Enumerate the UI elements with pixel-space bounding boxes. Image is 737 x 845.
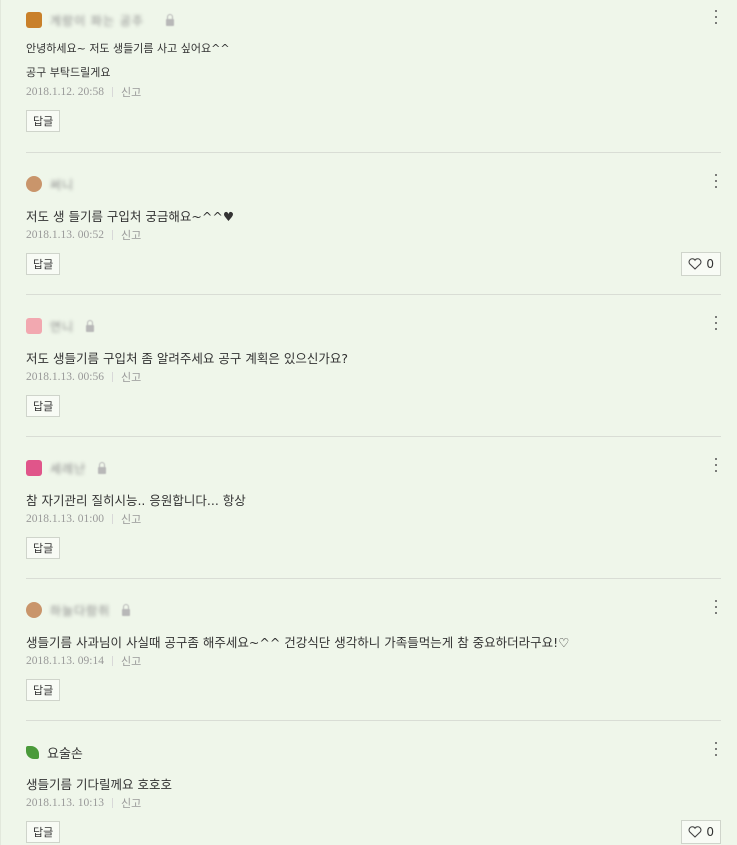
comment-text: 생들기름 사과님이 사실때 공구좀 해주세요~^^ 건강식단 생각하니 가족들먹… (26, 635, 570, 650)
divider (111, 798, 113, 808)
divider (111, 372, 113, 382)
comment-date: 2018.1.13. 01:00 (26, 513, 104, 525)
comment-item: 하늘다람쥐 생들기름 사과님이 사실때 공구좀 해주세요~^^ 건강식단 생각하… (26, 600, 721, 705)
comment-header: 연니 (26, 316, 95, 336)
heart-icon (688, 258, 702, 270)
reply-button[interactable]: 답글 (26, 253, 61, 275)
comment-date: 2018.1.13. 00:56 (26, 371, 104, 383)
comment-date: 2018.1.12. 20:58 (26, 86, 104, 98)
report-link[interactable]: 신고 (121, 227, 141, 243)
comment-meta: 2018.1.13. 00:52 신고 (26, 227, 141, 243)
more-options-icon[interactable] (711, 316, 721, 330)
comment-item: 게랑이 파는 공주 안녕하세요~ 저도 생들기름 사고 싶어요^^ 공구 부탁드… (26, 10, 721, 140)
divider (26, 294, 721, 295)
lock-icon (86, 319, 95, 332)
report-link[interactable]: 신고 (121, 653, 141, 669)
more-options-icon[interactable] (711, 458, 721, 472)
like-count: 0 (706, 257, 714, 271)
more-options-icon[interactable] (711, 600, 721, 614)
lock-icon (122, 603, 131, 616)
like-button[interactable]: 0 (681, 820, 721, 844)
comment-meta: 2018.1.13. 00:56 신고 (26, 369, 141, 385)
report-link[interactable]: 신고 (121, 84, 141, 100)
comment-date: 2018.1.13. 09:14 (26, 655, 104, 667)
report-link[interactable]: 신고 (121, 369, 141, 385)
avatar[interactable] (26, 12, 42, 28)
comment-header: 게랑이 파는 공주 (26, 10, 174, 30)
comment-date: 2018.1.13. 10:13 (26, 797, 104, 809)
lock-icon (98, 461, 107, 474)
comment-meta: 2018.1.12. 20:58 신고 (26, 84, 141, 100)
reply-button[interactable]: 답글 (26, 110, 61, 132)
divider (26, 152, 721, 153)
report-link[interactable]: 신고 (121, 511, 141, 527)
comment-text: 참 자기관리 질히시능.. 응원합니다... 항상 (26, 493, 246, 508)
comment-list: 게랑이 파는 공주 안녕하세요~ 저도 생들기름 사고 싶어요^^ 공구 부탁드… (0, 0, 737, 845)
divider (26, 436, 721, 437)
author-nickname[interactable]: 하늘다람쥐 (50, 602, 110, 619)
comment-item: 세레난 참 자기관리 질히시능.. 응원합니다... 항상 2018.1.13.… (26, 458, 721, 563)
comment-header: 요술손 (26, 742, 91, 762)
reply-button[interactable]: 답글 (26, 395, 61, 417)
comment-meta: 2018.1.13. 10:13 신고 (26, 795, 141, 811)
comment-header: 세레난 (26, 458, 107, 478)
avatar[interactable] (26, 460, 42, 476)
comment-item: 연니 저도 생들기름 구입처 좀 알려주세요 공구 계획은 있으신가요? 201… (26, 316, 721, 421)
more-options-icon[interactable] (711, 742, 721, 756)
comment-text: 저도 생들기름 구입처 좀 알려주세요 공구 계획은 있으신가요? (26, 351, 348, 366)
comment-item: 요술손 생들기름 기다릴께요 호호호 2018.1.13. 10:13 신고 답… (26, 742, 721, 845)
avatar[interactable] (26, 602, 42, 618)
divider (26, 578, 721, 579)
comment-header: 하늘다람쥐 (26, 600, 131, 620)
comment-meta: 2018.1.13. 09:14 신고 (26, 653, 141, 669)
comment-text: 안녕하세요~ 저도 생들기름 사고 싶어요^^ (26, 42, 230, 55)
divider (111, 230, 113, 240)
avatar[interactable] (26, 318, 42, 334)
reply-button[interactable]: 답글 (26, 537, 61, 559)
reply-button[interactable]: 답글 (26, 821, 61, 843)
divider (111, 87, 113, 97)
author-nickname[interactable]: 게랑이 파는 공주 (50, 12, 144, 29)
avatar[interactable] (26, 176, 42, 192)
reply-button[interactable]: 답글 (26, 679, 61, 701)
comment-text: 공구 부탁드릴게요 (26, 66, 111, 79)
author-nickname[interactable]: 요술손 (47, 743, 83, 762)
like-button[interactable]: 0 (681, 252, 721, 276)
more-options-icon[interactable] (711, 10, 721, 24)
divider (26, 720, 721, 721)
author-nickname[interactable]: 세레난 (50, 460, 86, 477)
comment-item: 써니 저도 생 들기름 구입처 궁금해요~^^♥ 2018.1.13. 00:5… (26, 174, 721, 279)
divider (111, 656, 113, 666)
leaf-avatar-icon[interactable] (26, 745, 39, 759)
author-nickname[interactable]: 연니 (50, 318, 74, 335)
like-count: 0 (706, 825, 714, 839)
more-options-icon[interactable] (711, 174, 721, 188)
lock-icon (165, 13, 174, 26)
comment-text: 저도 생 들기름 구입처 궁금해요~^^♥ (26, 209, 235, 224)
author-nickname[interactable]: 써니 (50, 176, 74, 193)
comment-date: 2018.1.13. 00:52 (26, 229, 104, 241)
comment-meta: 2018.1.13. 01:00 신고 (26, 511, 141, 527)
divider (111, 514, 113, 524)
comment-header: 써니 (26, 174, 82, 194)
comment-text: 생들기름 기다릴께요 호호호 (26, 777, 172, 792)
report-link[interactable]: 신고 (121, 795, 141, 811)
heart-icon (688, 826, 702, 838)
